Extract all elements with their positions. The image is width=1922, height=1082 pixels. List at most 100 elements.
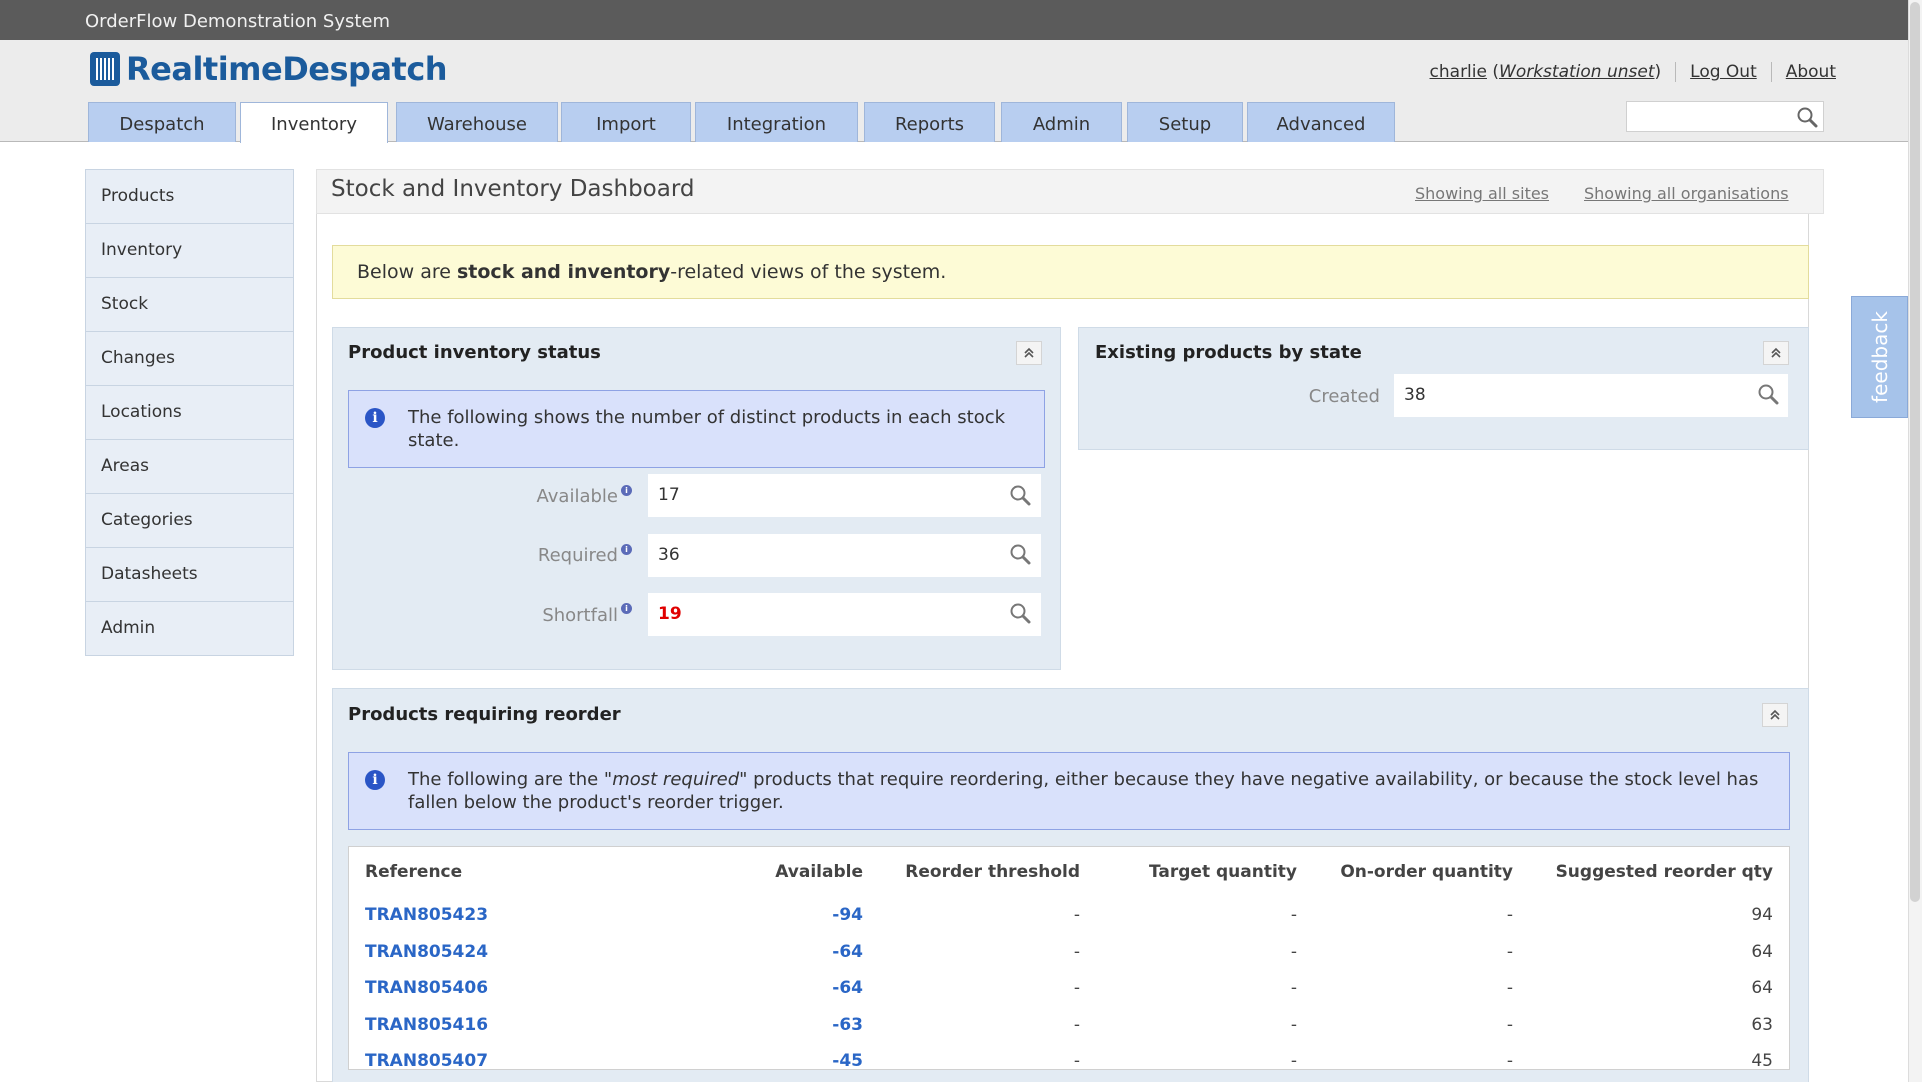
workstation-link[interactable]: Workstation unset — [1499, 62, 1654, 82]
required-label: Required — [537, 545, 618, 566]
tab-warehouse[interactable]: Warehouse — [396, 102, 558, 142]
on-order-quantity-cell: - — [1506, 978, 1513, 999]
collapse-inventory-status-button[interactable] — [1016, 341, 1042, 365]
suggested-reorder-cell: 64 — [1751, 941, 1773, 962]
created-label: Created — [1308, 386, 1380, 407]
available-link[interactable]: -45 — [664, 1043, 864, 1080]
reorder-table-container: Reference Available Reorder threshold Ta… — [348, 846, 1790, 1071]
reorder-threshold-cell: - — [1073, 941, 1080, 962]
column-header-reorder-threshold[interactable]: Reorder threshold — [864, 847, 1081, 897]
tab-integration[interactable]: Integration — [695, 102, 858, 142]
tab-import[interactable]: Import — [561, 102, 691, 142]
sidebar-item-areas[interactable]: Areas — [86, 440, 293, 494]
brand-logo[interactable]: RealtimeDespatch — [90, 49, 448, 89]
on-order-quantity-cell: - — [1506, 1051, 1513, 1072]
reorder-info: i The following are the "most required" … — [348, 752, 1790, 830]
available-link[interactable]: -64 — [664, 934, 864, 971]
target-quantity-cell: - — [1290, 1051, 1297, 1072]
reference-link[interactable]: TRAN805407 — [364, 1043, 664, 1080]
search-icon[interactable] — [1008, 483, 1032, 507]
info-icon: i — [365, 770, 385, 790]
shortfall-label: Shortfall — [542, 605, 618, 626]
available-value: 17 — [648, 474, 1041, 517]
search-icon[interactable] — [1008, 601, 1032, 625]
reference-link[interactable]: TRAN805424 — [364, 934, 664, 971]
reorder-info-emphasis: most required — [612, 769, 740, 790]
column-header-on-order-quantity[interactable]: On-order quantity — [1298, 847, 1514, 897]
intro-notice: Below are stock and inventory-related vi… — [332, 245, 1809, 299]
reorder-threshold-cell: - — [1073, 1014, 1080, 1035]
barcode-logo-icon — [90, 52, 120, 86]
table-row: TRAN805407 -45 - - - 45 — [364, 1043, 1774, 1080]
collapse-products-by-state-button[interactable] — [1763, 341, 1789, 365]
inventory-status-title: Product inventory status — [348, 342, 601, 363]
divider — [1770, 62, 1772, 82]
reference-link[interactable]: TRAN805406 — [364, 970, 664, 1007]
table-row: TRAN805423 -94 - - - 94 — [364, 897, 1774, 934]
suggested-reorder-cell: 94 — [1751, 905, 1773, 926]
reorder-info-pre: The following are the " — [408, 769, 613, 790]
sidebar-item-inventory[interactable]: Inventory — [86, 224, 293, 278]
on-order-quantity-cell: - — [1506, 1014, 1513, 1035]
sites-filter-link[interactable]: Showing all sites — [1415, 184, 1549, 203]
search-icon[interactable] — [1008, 542, 1032, 566]
notice-text-bold: stock and inventory — [456, 261, 671, 283]
available-label: Available — [536, 486, 618, 507]
info-icon[interactable]: i — [621, 544, 632, 555]
collapse-reorder-button[interactable] — [1762, 703, 1788, 727]
feedback-label: feedback — [1867, 311, 1892, 403]
available-link[interactable]: -94 — [664, 897, 864, 934]
suggested-reorder-cell: 64 — [1751, 978, 1773, 999]
info-icon[interactable]: i — [621, 485, 632, 496]
sidebar-item-datasheets[interactable]: Datasheets — [86, 548, 293, 602]
workstation-wrap: (Workstation unset) — [1486, 62, 1662, 82]
tab-admin[interactable]: Admin — [1001, 102, 1122, 142]
notice-text-post: -related views of the system. — [670, 261, 947, 283]
target-quantity-cell: - — [1290, 905, 1297, 926]
table-row: TRAN805424 -64 - - - 64 — [364, 934, 1774, 971]
notice-text-pre: Below are — [357, 261, 457, 283]
tab-advanced[interactable]: Advanced — [1247, 102, 1395, 142]
reference-link[interactable]: TRAN805423 — [364, 897, 664, 934]
logo-text: RealtimeDespatch — [126, 50, 448, 88]
info-icon[interactable]: i — [621, 603, 632, 614]
reference-link[interactable]: TRAN805416 — [364, 1007, 664, 1044]
organisations-filter-link[interactable]: Showing all organisations — [1584, 184, 1789, 203]
tab-setup[interactable]: Setup — [1127, 102, 1243, 142]
table-row: TRAN805416 -63 - - - 63 — [364, 1007, 1774, 1044]
reorder-info-text: The following are the "most required" pr… — [408, 768, 1778, 814]
tab-reports[interactable]: Reports — [864, 102, 995, 142]
reorder-title: Products requiring reorder — [348, 704, 621, 725]
logout-link[interactable]: Log Out — [1690, 62, 1757, 82]
sidebar: Products Inventory Stock Changes Locatio… — [85, 169, 294, 656]
sidebar-item-admin[interactable]: Admin — [86, 602, 293, 655]
on-order-quantity-cell: - — [1506, 941, 1513, 962]
available-link[interactable]: -63 — [664, 1007, 864, 1044]
sidebar-item-products[interactable]: Products — [86, 170, 293, 224]
sidebar-item-locations[interactable]: Locations — [86, 386, 293, 440]
search-icon[interactable] — [1756, 382, 1780, 406]
tab-despatch[interactable]: Despatch — [88, 102, 236, 142]
created-value: 38 — [1394, 374, 1788, 417]
column-header-target-quantity[interactable]: Target quantity — [1081, 847, 1298, 897]
sidebar-item-changes[interactable]: Changes — [86, 332, 293, 386]
sidebar-item-stock[interactable]: Stock — [86, 278, 293, 332]
username-link[interactable]: charlie — [1430, 62, 1487, 82]
tab-inventory[interactable]: Inventory — [240, 102, 388, 143]
search-icon[interactable] — [1795, 105, 1819, 129]
double-chevron-up-icon — [1771, 347, 1781, 358]
reorder-threshold-cell: - — [1073, 978, 1080, 999]
column-header-reference[interactable]: Reference — [364, 847, 664, 897]
double-chevron-up-icon — [1770, 709, 1780, 720]
double-chevron-up-icon — [1024, 347, 1034, 358]
column-header-available[interactable]: Available — [664, 847, 864, 897]
window-title: OrderFlow Demonstration System — [85, 11, 391, 32]
table-row: TRAN805406 -64 - - - 64 — [364, 970, 1774, 1007]
sidebar-item-categories[interactable]: Categories — [86, 494, 293, 548]
column-header-suggested-reorder-qty[interactable]: Suggested reorder qty — [1514, 847, 1774, 897]
available-link[interactable]: -64 — [664, 970, 864, 1007]
feedback-tab[interactable]: feedback — [1851, 296, 1908, 418]
about-link[interactable]: About — [1786, 62, 1836, 82]
scrollbar-thumb[interactable] — [1910, 2, 1920, 902]
info-icon: i — [365, 408, 385, 428]
